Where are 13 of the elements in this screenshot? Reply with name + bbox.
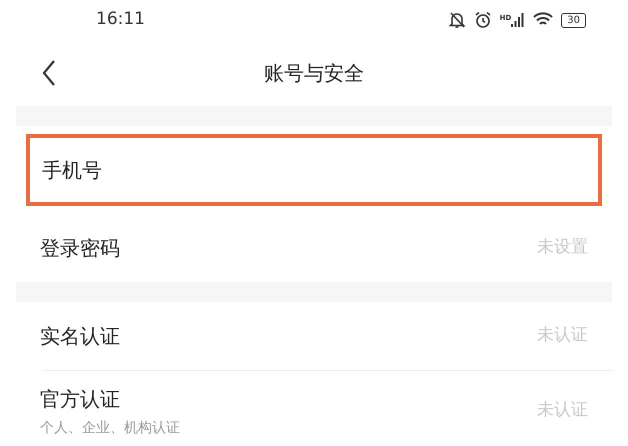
row-label: 实名认证 — [40, 323, 120, 350]
muted-bell-icon — [448, 11, 466, 29]
settings-row[interactable]: 手机号 — [26, 134, 602, 206]
signal-icon — [511, 13, 526, 27]
battery-icon: 30 — [561, 12, 586, 28]
status-time: 16:11 — [96, 8, 145, 32]
back-icon[interactable] — [42, 60, 56, 86]
row-description: 个人、企业、机构认证 — [40, 418, 180, 438]
row-label: 登录密码 — [40, 235, 120, 262]
row-label: 手机号 — [42, 157, 102, 184]
page-title: 账号与安全 — [264, 60, 364, 87]
alarm-icon — [474, 11, 492, 29]
row-label: 官方认证 — [40, 386, 121, 412]
